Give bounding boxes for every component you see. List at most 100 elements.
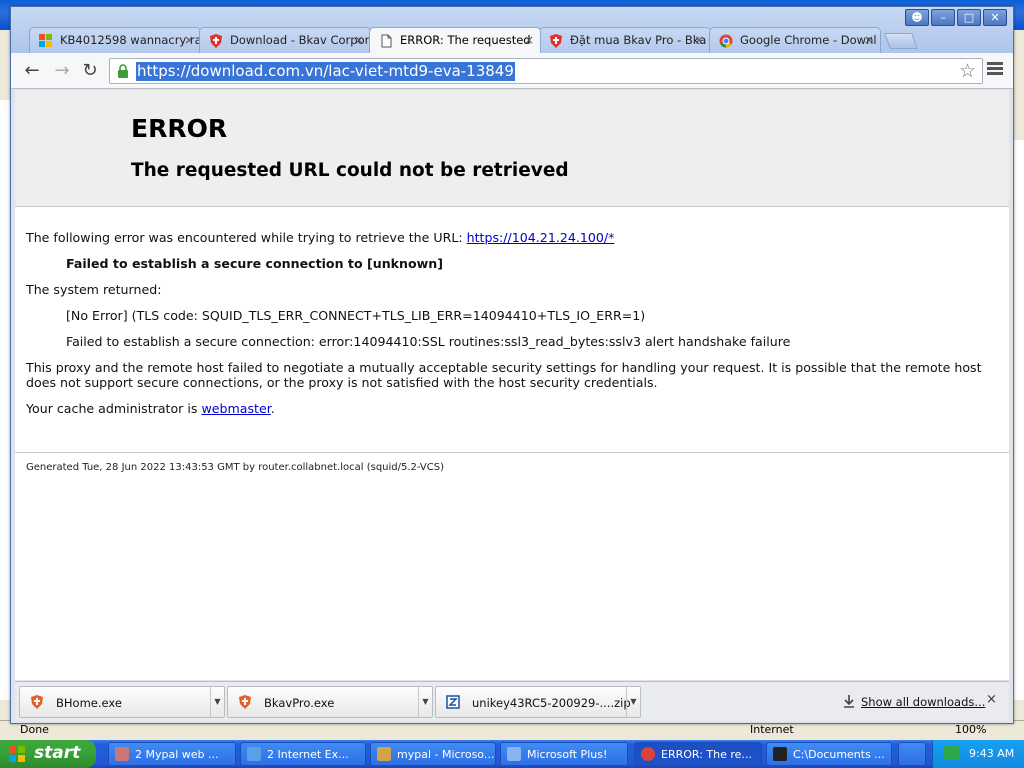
new-tab-button[interactable] — [884, 33, 918, 49]
download-item[interactable]: unikey43RC5-200929-....zip ▼ — [435, 686, 641, 718]
webmaster-link[interactable]: webmaster — [201, 401, 270, 416]
tls-code-text: [No Error] (TLS code: SQUID_TLS_ERR_CONN… — [66, 308, 646, 323]
ssl-detail-text: Failed to establish a secure connection:… — [66, 334, 791, 349]
chevron-down-icon[interactable]: ▼ — [418, 687, 432, 717]
window-controls: ☻ – □ ✕ — [905, 9, 1007, 26]
zip-file-icon — [446, 695, 460, 709]
taskbar-item-mypal-paint[interactable]: mypal - Microso... — [370, 742, 496, 766]
error-body: The following error was encountered whil… — [26, 230, 1001, 427]
tab-kb4012598[interactable]: KB4012598 wannacry ra × — [29, 27, 201, 53]
bkav-shield-icon — [550, 34, 562, 48]
tab-label: Google Chrome - Downl — [740, 33, 877, 47]
failure-message: Failed to establish a secure connection … — [66, 256, 444, 271]
tab-close-icon[interactable]: × — [524, 33, 534, 47]
windows-logo-icon — [9, 746, 25, 762]
system-returned-label: The system returned: — [26, 282, 162, 297]
reload-icon[interactable]: ↻ — [79, 60, 101, 82]
maximize-button[interactable]: □ — [957, 9, 981, 26]
taskbar-item-label: C:\Documents ... — [793, 748, 885, 761]
status-zone-text: Internet — [750, 723, 794, 736]
close-window-button[interactable]: ✕ — [983, 9, 1007, 26]
paint-icon — [377, 747, 391, 761]
tab-close-icon[interactable]: × — [694, 33, 704, 47]
url-text[interactable]: https://download.com.vn/lac-viet-mtd9-ev… — [136, 62, 515, 81]
page-content: ERROR The requested URL could not be ret… — [15, 90, 1009, 680]
show-all-downloads-link[interactable]: Show all downloads... — [861, 695, 985, 709]
taskbar-item-label: 2 Internet Ex... — [267, 748, 349, 761]
lock-icon — [118, 64, 128, 78]
start-label: start — [34, 743, 81, 763]
error-url-link[interactable]: https://104.21.24.100/* — [467, 230, 615, 245]
download-item[interactable]: BHome.exe ▼ — [19, 686, 225, 718]
system-tray: 9:43 AM — [932, 740, 1024, 768]
admin-suffix: . — [270, 401, 275, 416]
tab-strip: KB4012598 wannacry ra × Download - Bkav … — [29, 27, 918, 53]
start-button[interactable]: start — [0, 740, 96, 768]
taskbar-item-microsoft-plus[interactable]: Microsoft Plus! — [500, 742, 628, 766]
tab-close-icon[interactable]: × — [354, 33, 364, 47]
mypal-icon — [115, 747, 129, 761]
forward-arrow-icon[interactable]: → — [51, 60, 73, 82]
tab-close-icon[interactable]: × — [864, 33, 874, 47]
status-done-text: Done — [20, 723, 49, 736]
admin-paragraph: Your cache administrator is webmaster. — [26, 401, 1001, 416]
plus-icon — [507, 747, 521, 761]
bkav-shield-icon — [239, 695, 251, 709]
taskbar-item-internet-explorer[interactable]: 2 Internet Ex... — [240, 742, 366, 766]
7zip-icon — [773, 747, 787, 761]
admin-prefix: Your cache administrator is — [26, 401, 202, 416]
page-footer: Generated Tue, 28 Jun 2022 13:43:53 GMT … — [26, 462, 445, 473]
download-filename: BHome.exe — [56, 696, 122, 710]
tab-bkav-download[interactable]: Download - Bkav Corpor × — [199, 27, 371, 53]
tab-close-icon[interactable]: × — [184, 33, 194, 47]
address-bar[interactable]: https://download.com.vn/lac-viet-mtd9-ev… — [109, 58, 983, 84]
tab-bkav-pro[interactable]: Đặt mua Bkav Pro - Bka × — [539, 27, 711, 53]
download-shelf: BHome.exe ▼ BkavPro.exe ▼ unikey43RC5-20… — [15, 681, 1009, 721]
bkav-shield-icon — [210, 34, 222, 48]
bkav-shield-icon — [31, 695, 43, 709]
ie-icon — [247, 747, 261, 761]
taskbar-item-chrome-error[interactable]: ERROR: The re... — [634, 742, 762, 766]
taskbar-item-documents[interactable]: C:\Documents ... — [766, 742, 892, 766]
tab-google-chrome[interactable]: Google Chrome - Downl × — [709, 27, 881, 53]
explanation-text: This proxy and the remote host failed to… — [26, 360, 982, 390]
window-frame: ☻ – □ ✕ KB4012598 wannacry ra × Download… — [11, 7, 1013, 59]
download-arrow-icon — [844, 695, 854, 708]
taskbar-item-label: 2 Mypal web ... — [135, 748, 219, 761]
page-subtitle: The requested URL could not be retrieved — [131, 160, 569, 181]
chrome-window: ☻ – □ ✕ KB4012598 wannacry ra × Download… — [10, 6, 1014, 724]
chrome-logo-icon — [641, 747, 655, 761]
download-filename: BkavPro.exe — [264, 696, 335, 710]
footer-divider — [15, 452, 1009, 453]
taskbar-item-mypal-web[interactable]: 2 Mypal web ... — [108, 742, 236, 766]
browser-toolbar: ← → ↻ https://download.com.vn/lac-viet-m… — [11, 53, 1013, 89]
profile-icon[interactable]: ☻ — [905, 9, 929, 26]
bookmark-star-icon[interactable]: ☆ — [959, 60, 976, 82]
chevron-down-icon[interactable]: ▼ — [626, 687, 640, 717]
tab-label: KB4012598 wannacry ra — [60, 33, 201, 47]
taskbar-item-label: ERROR: The re... — [661, 748, 752, 761]
close-shelf-icon[interactable]: × — [986, 692, 997, 707]
page-title: ERROR — [131, 114, 228, 143]
intro-paragraph: The following error was encountered whil… — [26, 230, 1001, 245]
chrome-logo-icon — [719, 34, 733, 48]
tab-label: ERROR: The requested — [400, 33, 531, 47]
chevron-down-icon[interactable]: ▼ — [210, 687, 224, 717]
status-zoom-text: 100% — [955, 723, 987, 736]
tab-error-active[interactable]: ERROR: The requested × — [369, 27, 541, 53]
menu-icon[interactable] — [987, 62, 1003, 78]
download-item[interactable]: BkavPro.exe ▼ — [227, 686, 433, 718]
windows-flag-icon — [39, 34, 52, 47]
back-arrow-icon[interactable]: ← — [21, 60, 43, 82]
tab-label: Đặt mua Bkav Pro - Bka — [570, 33, 707, 47]
taskbar: start 2 Mypal web ... 2 Internet Ex... m… — [0, 740, 1024, 768]
network-icon[interactable] — [943, 746, 959, 760]
minimize-button[interactable]: – — [931, 9, 955, 26]
clock: 9:43 AM — [969, 747, 1015, 760]
tab-label: Download - Bkav Corpor — [230, 33, 370, 47]
taskbar-item-label: Microsoft Plus! — [527, 748, 608, 761]
keyboard-icon[interactable] — [898, 742, 926, 766]
download-filename: unikey43RC5-200929-....zip — [472, 696, 631, 710]
error-header: ERROR The requested URL could not be ret… — [15, 90, 1009, 207]
page-icon — [381, 34, 392, 48]
